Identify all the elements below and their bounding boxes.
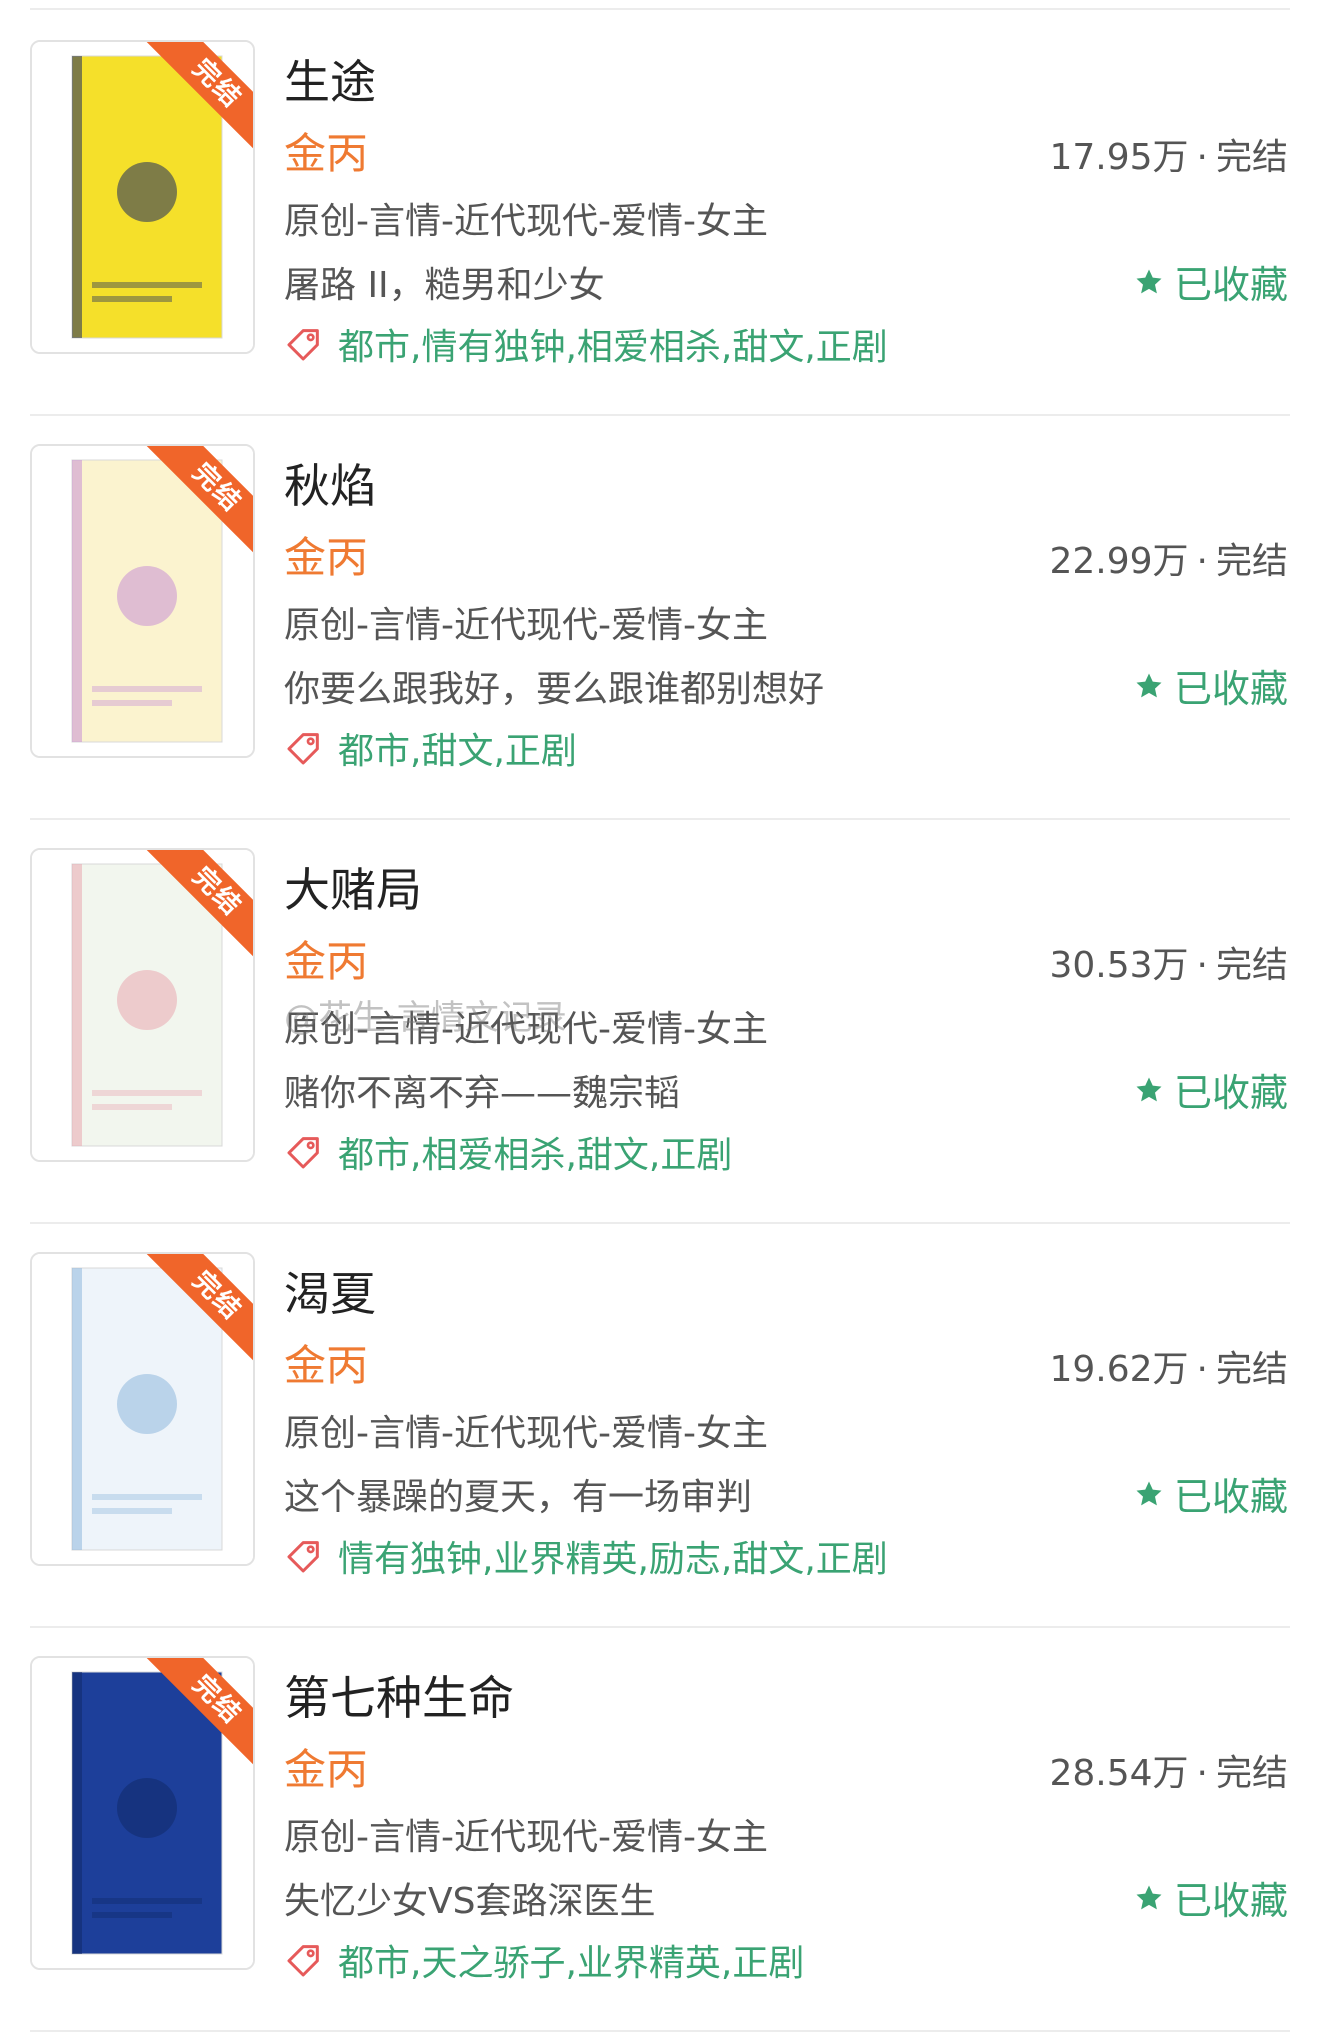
book-cover[interactable]: 完结 [30, 1656, 255, 1970]
status-text: 完结 [1215, 541, 1288, 582]
favorited-button[interactable]: 已收藏 [1134, 1870, 1288, 1925]
view-count: 28.54万 [1049, 1753, 1189, 1794]
favorited-button[interactable]: 已收藏 [1134, 658, 1288, 713]
tag-icon [284, 1940, 324, 1980]
separator-dot: · [1196, 137, 1208, 178]
status-text: 完结 [1215, 945, 1288, 986]
book-tags: 都市,情有独钟,相爱相杀,甜文,正剧 [284, 318, 888, 370]
book-category: 原创-言情-近代现代-爱情-女主 [284, 1009, 768, 1050]
book-category: 原创-言情-近代现代-爱情-女主 [284, 605, 768, 646]
view-count: 22.99万 [1049, 541, 1189, 582]
book-title[interactable]: 渴夏 [284, 1258, 376, 1324]
book-intro: 你要么跟我好，要么跟谁都别想好 [284, 669, 825, 710]
tag-icon [284, 324, 324, 364]
book-category: 原创-言情-近代现代-爱情-女主 [284, 1413, 768, 1454]
book-item[interactable]: 完结 渴夏 金丙 19.62万 · 完结 原创-言情-近代现代-爱情-女主 这个暴躁的夏天，有… [0, 1222, 1320, 1626]
book-author[interactable]: 金丙 [284, 120, 368, 181]
book-cover[interactable]: 完结 [30, 1252, 255, 1566]
star-icon [1134, 1883, 1164, 1913]
book-meta: 17.95万 · 完结 [1049, 128, 1288, 180]
book-author[interactable]: 金丙 [284, 1332, 368, 1393]
book-meta: 22.99万 · 完结 [1049, 532, 1288, 584]
star-icon [1134, 1479, 1164, 1509]
tag-list[interactable]: 情有独钟,业界精英,励志,甜文,正剧 [338, 1530, 888, 1582]
book-category: 原创-言情-近代现代-爱情-女主 [284, 1817, 768, 1858]
book-category: 原创-言情-近代现代-爱情-女主 [284, 201, 768, 242]
book-title[interactable]: 第七种生命 [284, 1662, 514, 1728]
book-intro: 失忆少女VS套路深医生 [284, 1881, 656, 1922]
book-meta: 28.54万 · 完结 [1049, 1744, 1288, 1796]
book-list: 完结 生途 金丙 17.95万 · 完结 原创-言情-近代现代-爱情-女主 屠路 II，糙男和… [0, 0, 1320, 2032]
book-tags: 都市,天之骄子,业界精英,正剧 [284, 1934, 804, 1986]
book-title[interactable]: 大赌局 [284, 854, 422, 920]
tag-list[interactable]: 都市,情有独钟,相爱相杀,甜文,正剧 [338, 318, 888, 370]
star-icon [1134, 267, 1164, 297]
tag-icon [284, 1132, 324, 1172]
book-meta: 30.53万 · 完结 [1049, 936, 1288, 988]
status-text: 完结 [1215, 1753, 1288, 1794]
book-tags: 都市,相爱相杀,甜文,正剧 [284, 1126, 732, 1178]
status-text: 完结 [1215, 1349, 1288, 1390]
favorited-label: 已收藏 [1173, 263, 1288, 307]
favorited-button[interactable]: 已收藏 [1134, 254, 1288, 309]
view-count: 17.95万 [1049, 137, 1189, 178]
favorited-label: 已收藏 [1173, 667, 1288, 711]
book-author[interactable]: 金丙 [284, 928, 368, 989]
separator-dot: · [1196, 1753, 1208, 1794]
book-intro: 屠路 II，糙男和少女 [284, 265, 605, 306]
book-tags: 情有独钟,业界精英,励志,甜文,正剧 [284, 1530, 888, 1582]
star-icon [1134, 1075, 1164, 1105]
book-cover[interactable]: 完结 [30, 848, 255, 1162]
separator-dot: · [1196, 945, 1208, 986]
separator-dot: · [1196, 1349, 1208, 1390]
tag-list[interactable]: 都市,相爱相杀,甜文,正剧 [338, 1126, 732, 1178]
book-meta: 19.62万 · 完结 [1049, 1340, 1288, 1392]
favorited-button[interactable]: 已收藏 [1134, 1466, 1288, 1521]
book-cover[interactable]: 完结 [30, 444, 255, 758]
book-item[interactable]: 完结 第七种生命 金丙 28.54万 · 完结 原创-言情-近代现代-爱情-女主 失忆少女VS… [0, 1626, 1320, 2030]
book-intro: 赌你不离不弃——魏宗韬 [284, 1073, 681, 1114]
book-author[interactable]: 金丙 [284, 524, 368, 585]
book-item[interactable]: 完结 生途 金丙 17.95万 · 完结 原创-言情-近代现代-爱情-女主 屠路 II，糙男和… [0, 10, 1320, 414]
tag-icon [284, 1536, 324, 1576]
tag-icon [284, 728, 324, 768]
separator-dot: · [1196, 541, 1208, 582]
book-title[interactable]: 生途 [284, 46, 376, 112]
book-item[interactable]: 完结 秋焰 金丙 22.99万 · 完结 原创-言情-近代现代-爱情-女主 你要么跟我好，要么… [0, 414, 1320, 818]
view-count: 30.53万 [1049, 945, 1189, 986]
favorited-label: 已收藏 [1173, 1071, 1288, 1115]
favorited-label: 已收藏 [1173, 1475, 1288, 1519]
favorited-button[interactable]: 已收藏 [1134, 1062, 1288, 1117]
book-title[interactable]: 秋焰 [284, 450, 376, 516]
book-item[interactable]: 完结 大赌局 金丙 30.53万 · 完结 原创-言情-近代现代-爱情-女主 赌你不离不弃——… [0, 818, 1320, 1222]
view-count: 19.62万 [1049, 1349, 1189, 1390]
book-author[interactable]: 金丙 [284, 1736, 368, 1797]
book-cover[interactable]: 完结 [30, 40, 255, 354]
star-icon [1134, 671, 1164, 701]
tag-list[interactable]: 都市,甜文,正剧 [338, 722, 577, 774]
book-tags: 都市,甜文,正剧 [284, 722, 577, 774]
tag-list[interactable]: 都市,天之骄子,业界精英,正剧 [338, 1934, 804, 1986]
status-text: 完结 [1215, 137, 1288, 178]
book-intro: 这个暴躁的夏天，有一场审判 [284, 1477, 753, 1518]
favorited-label: 已收藏 [1173, 1879, 1288, 1923]
